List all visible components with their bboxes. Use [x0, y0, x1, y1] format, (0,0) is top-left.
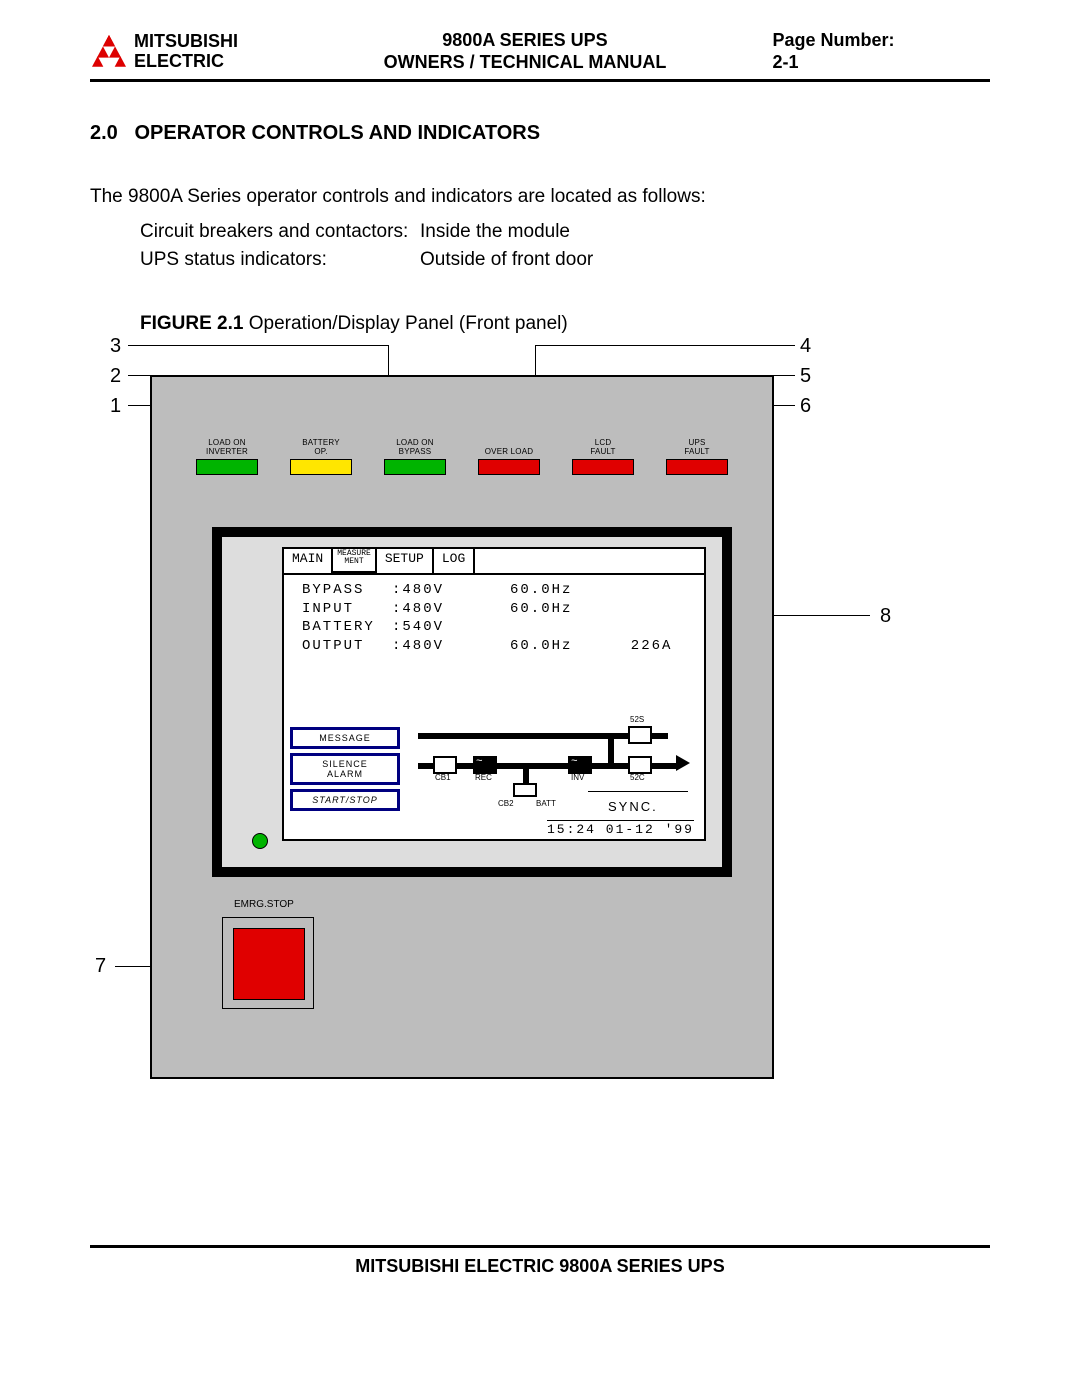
ups-front-panel: LOAD ONINVERTER BATTERYOP. LOAD ONBYPASS… — [150, 375, 774, 1079]
emergency-stop-button[interactable] — [222, 917, 314, 1009]
brand-line1: MITSUBISHI — [134, 32, 238, 52]
callout-4: 4 — [800, 335, 811, 358]
lcd-timestamp: 15:24 01-12 '99 — [547, 820, 694, 837]
page-footer: MITSUBISHI ELECTRIC 9800A SERIES UPS — [90, 1245, 990, 1277]
led-load-on-bypass: LOAD ONBYPASS — [380, 439, 450, 475]
lcd-tab-measurement[interactable]: MEASUREMENT — [333, 549, 377, 573]
location-row-2: UPS status indicators: Outside of front … — [140, 246, 990, 275]
callout-7: 7 — [95, 955, 106, 978]
lcd-bezel: MAIN MEASUREMENT SETUP LOG BYPASS: 480V … — [212, 527, 732, 877]
callout-2: 2 — [110, 365, 121, 388]
manual-title-1: 9800A SERIES UPS — [308, 30, 743, 52]
callout-6: 6 — [800, 395, 811, 418]
figure-caption: FIGURE 2.1 Operation/Display Panel (Fron… — [140, 313, 990, 335]
lcd-tab-bar: MAIN MEASUREMENT SETUP LOG — [284, 549, 704, 575]
led-lcd-fault: LCDFAULT — [568, 439, 638, 475]
section-heading: 2.0 OPERATOR CONTROLS AND INDICATORS — [90, 122, 990, 145]
led-overload: OVER LOAD — [474, 439, 544, 475]
page-number-value: 2-1 — [773, 52, 991, 74]
manual-title-2: OWNERS / TECHNICAL MANUAL — [308, 52, 743, 74]
mitsubishi-logo-icon — [90, 35, 128, 69]
led-ups-fault: UPSFAULT — [662, 439, 732, 475]
page-header: MITSUBISHI ELECTRIC 9800A SERIES UPS OWN… — [90, 30, 990, 82]
page-number-label: Page Number: — [773, 30, 991, 52]
soft-btn-message[interactable]: MESSAGE — [290, 727, 400, 749]
intro-text: The 9800A Series operator controls and i… — [90, 183, 990, 212]
lcd-tab-main[interactable]: MAIN — [284, 549, 333, 573]
soft-btn-silence-alarm[interactable]: SILENCEALARM — [290, 753, 400, 785]
lcd-screen[interactable]: MAIN MEASUREMENT SETUP LOG BYPASS: 480V … — [282, 547, 706, 841]
one-line-diagram: 52S CB1 ~ REC ~ INV — [408, 727, 698, 817]
callout-5: 5 — [800, 365, 811, 388]
figure-panel: 3 2 1 4 5 6 8 7 — [80, 345, 980, 1085]
callout-3: 3 — [110, 335, 121, 358]
lcd-tab-log[interactable]: LOG — [434, 549, 475, 573]
brand-line2: ELECTRIC — [134, 52, 238, 72]
lcd-tab-setup[interactable]: SETUP — [377, 549, 434, 573]
led-indicator-row: LOAD ONINVERTER BATTERYOP. LOAD ONBYPASS… — [152, 439, 772, 475]
callout-8: 8 — [880, 605, 891, 628]
lcd-readings: BYPASS: 480V 60.0Hz INPUT: 480V 60.0Hz — [284, 575, 704, 661]
led-load-on-inverter: LOAD ONINVERTER — [192, 439, 262, 475]
callout-1: 1 — [110, 395, 121, 418]
power-indicator-icon — [252, 833, 268, 849]
emrg-stop-label: EMRG.STOP — [234, 899, 294, 910]
led-battery-op: BATTERYOP. — [286, 439, 356, 475]
location-row-1: Circuit breakers and contactors: Inside … — [140, 218, 990, 247]
soft-btn-start-stop[interactable]: START/STOP — [290, 789, 400, 811]
